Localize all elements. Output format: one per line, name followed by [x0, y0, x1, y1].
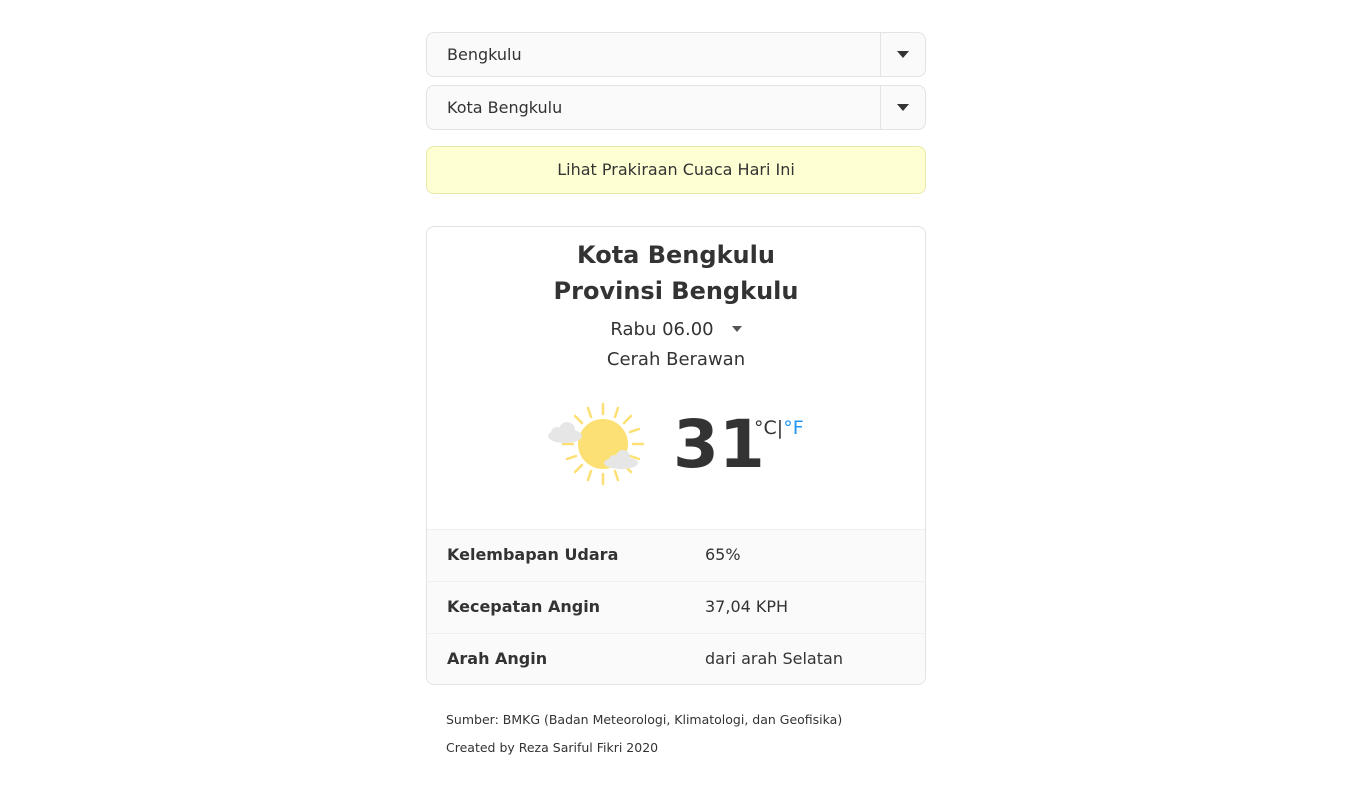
footer-credit: Created by Reza Sariful Fikri 2020 [446, 740, 659, 755]
chevron-down-icon [897, 104, 909, 111]
time-select[interactable]: Rabu 06.00 [427, 319, 925, 340]
chevron-down-icon [897, 51, 909, 58]
province-title: Provinsi Bengkulu [553, 277, 799, 305]
weather-condition: Cerah Berawan [606, 349, 746, 370]
celsius-unit[interactable]: °C [754, 417, 777, 439]
unit-toggle: °C|°F [754, 417, 804, 439]
table-row: Kecepatan Angin 37,04 KPH [427, 581, 925, 633]
footer-source: Sumber: BMKG (Badan Meteorologi, Klimato… [446, 712, 843, 727]
weather-card: Kota Bengkulu Provinsi Bengkulu Rabu 06.… [426, 226, 926, 685]
fahrenheit-unit-link[interactable]: °F [783, 417, 803, 439]
city-title: Kota Bengkulu [577, 241, 775, 269]
table-row: Arah Angin dari arah Selatan [427, 633, 925, 684]
detail-value: dari arah Selatan [705, 649, 843, 668]
city-select[interactable]: Kota Bengkulu [426, 85, 926, 130]
detail-label: Kelembapan Udara [447, 545, 619, 564]
weather-details-table: Kelembapan Udara 65% Kecepatan Angin 37,… [427, 529, 925, 684]
detail-label: Arah Angin [447, 649, 548, 668]
detail-label: Kecepatan Angin [447, 597, 601, 616]
view-forecast-button[interactable]: Lihat Prakiraan Cuaca Hari Ini [426, 146, 926, 194]
province-select-value: Bengkulu [447, 45, 522, 64]
chevron-down-icon [731, 326, 742, 332]
detail-value: 65% [705, 545, 741, 564]
time-select-value: Rabu 06.00 [610, 319, 714, 340]
sun-behind-clouds-icon [548, 402, 645, 486]
table-row: Kelembapan Udara 65% [427, 529, 925, 581]
city-select-value: Kota Bengkulu [447, 98, 563, 117]
temperature-value: 31 [673, 406, 765, 483]
province-dropdown-button[interactable] [880, 33, 925, 76]
city-dropdown-button[interactable] [880, 86, 925, 129]
detail-value: 37,04 KPH [705, 597, 789, 616]
province-select[interactable]: Bengkulu [426, 32, 926, 77]
